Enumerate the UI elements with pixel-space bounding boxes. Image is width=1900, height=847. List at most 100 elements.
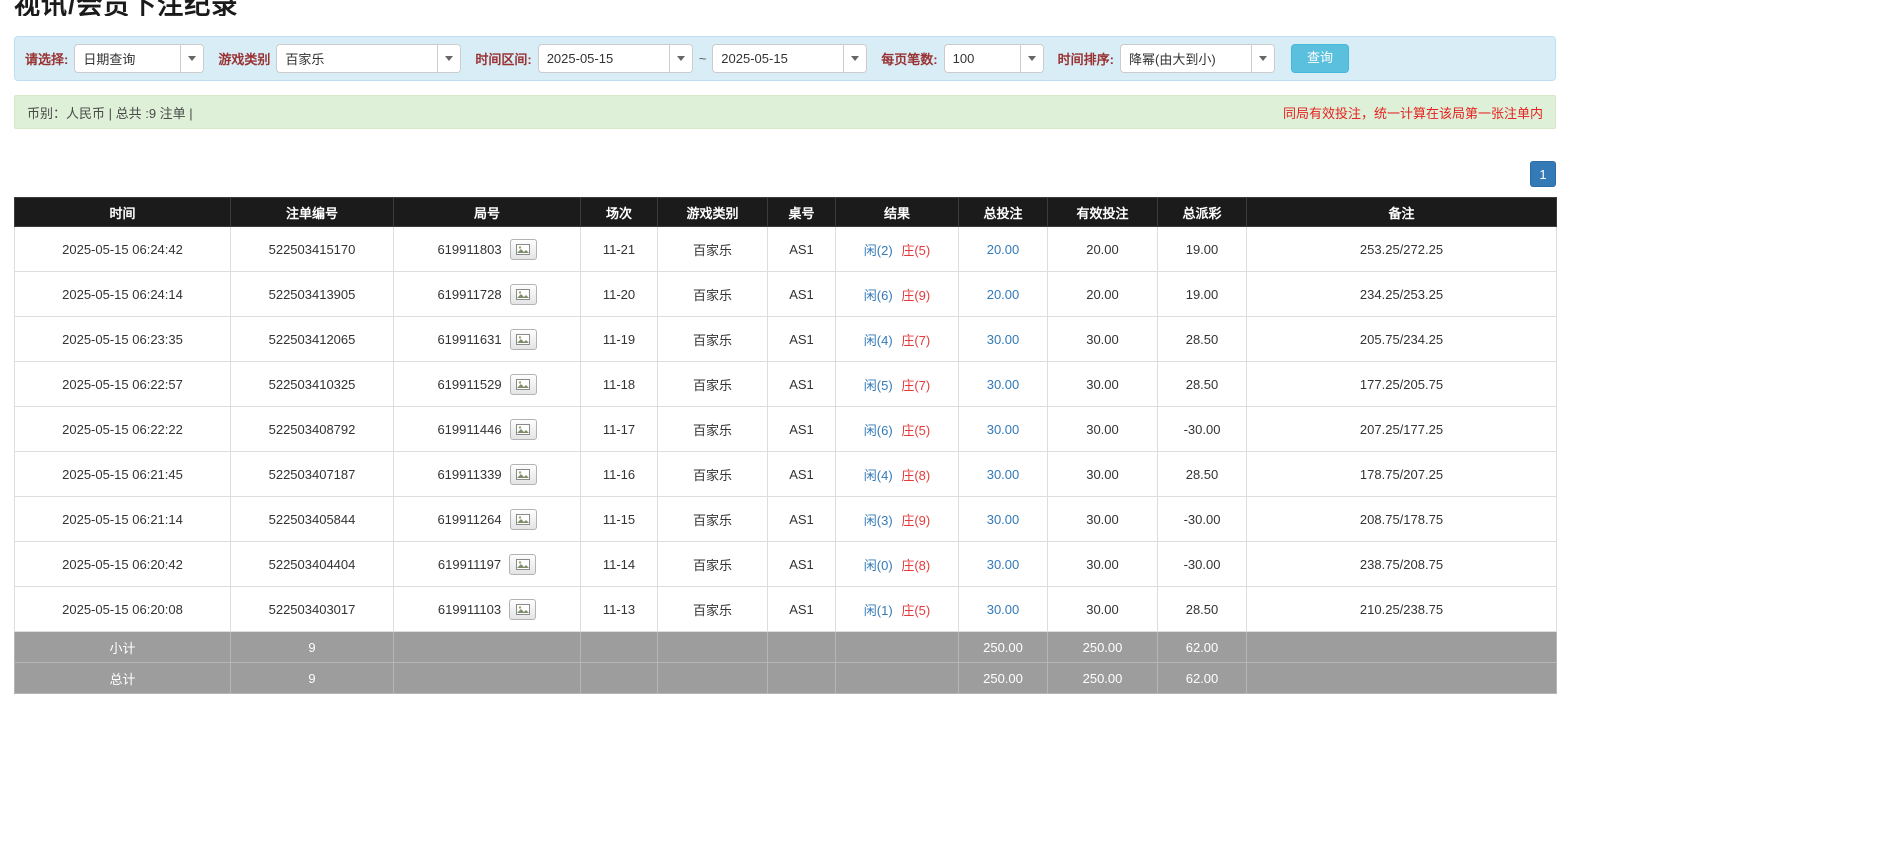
round-result-image-button[interactable] xyxy=(510,239,537,260)
player-result: 闲(6) xyxy=(864,288,893,303)
game-type-value[interactable]: 百家乐 xyxy=(277,49,437,68)
cell-session: 11-19 xyxy=(581,317,658,362)
picture-icon xyxy=(516,289,530,300)
round-result-image-button[interactable] xyxy=(510,464,537,485)
cell-valid-bet: 20.00 xyxy=(1048,227,1158,272)
cell-bet-id: 522503413905 xyxy=(231,272,394,317)
query-type-group: 请选择: 日期查询 xyxy=(25,44,204,73)
round-result-image-button[interactable] xyxy=(510,329,537,350)
empty-cell xyxy=(836,663,959,694)
chevron-down-icon[interactable] xyxy=(437,45,460,72)
cell-result: 闲(0) 庄(8) xyxy=(836,542,959,587)
round-result-image-button[interactable] xyxy=(510,284,537,305)
chevron-down-icon[interactable] xyxy=(1251,45,1274,72)
cell-session: 11-16 xyxy=(581,452,658,497)
cell-valid-bet: 30.00 xyxy=(1048,407,1158,452)
page-size-select[interactable]: 100 xyxy=(944,44,1044,73)
cell-payout: 19.00 xyxy=(1158,227,1247,272)
total-total-bet: 250.00 xyxy=(959,663,1048,694)
round-result-image-button[interactable] xyxy=(510,419,537,440)
total-bet-link[interactable]: 30.00 xyxy=(987,422,1020,437)
header-remark: 备注 xyxy=(1247,198,1557,227)
cell-table-no: AS1 xyxy=(768,362,836,407)
query-button[interactable]: 查询 xyxy=(1291,44,1349,72)
cell-time: 2025-05-15 06:21:45 xyxy=(15,452,231,497)
cell-session: 11-21 xyxy=(581,227,658,272)
player-result: 闲(4) xyxy=(864,333,893,348)
cell-remark: 177.25/205.75 xyxy=(1247,362,1557,407)
cell-table-no: AS1 xyxy=(768,587,836,632)
header-valid-bet: 有效投注 xyxy=(1048,198,1158,227)
game-type-select[interactable]: 百家乐 xyxy=(276,44,461,73)
round-result-image-button[interactable] xyxy=(510,509,537,530)
cell-payout: -30.00 xyxy=(1158,407,1247,452)
cell-bet-id: 522503404404 xyxy=(231,542,394,587)
chevron-down-icon[interactable] xyxy=(1020,45,1043,72)
cell-bet-id: 522503403017 xyxy=(231,587,394,632)
round-result-image-button[interactable] xyxy=(510,374,537,395)
sort-order-select[interactable]: 降幂(由大到小) xyxy=(1120,44,1275,73)
cell-result: 闲(5) 庄(7) xyxy=(836,362,959,407)
total-bet-link[interactable]: 20.00 xyxy=(987,242,1020,257)
total-bet-link[interactable]: 30.00 xyxy=(987,377,1020,392)
cell-session: 11-13 xyxy=(581,587,658,632)
cell-bet-id: 522503408792 xyxy=(231,407,394,452)
total-bet-link[interactable]: 30.00 xyxy=(987,512,1020,527)
total-bet-link[interactable]: 20.00 xyxy=(987,287,1020,302)
picture-icon xyxy=(516,379,530,390)
subtotal-valid-bet: 250.00 xyxy=(1048,632,1158,663)
query-type-select[interactable]: 日期查询 xyxy=(74,44,204,73)
round-result-image-button[interactable] xyxy=(509,599,536,620)
table-body: 2025-05-15 06:24:42 522503415170 6199118… xyxy=(15,227,1557,632)
date-from-value[interactable]: 2025-05-15 xyxy=(539,51,669,66)
table-row: 2025-05-15 06:20:42 522503404404 6199111… xyxy=(15,542,1557,587)
table-row: 2025-05-15 06:22:57 522503410325 6199115… xyxy=(15,362,1557,407)
cell-round-id: 619911197 xyxy=(394,542,581,587)
date-to-select[interactable]: 2025-05-15 xyxy=(712,44,867,73)
cell-result: 闲(6) 庄(5) xyxy=(836,407,959,452)
total-bet-link[interactable]: 30.00 xyxy=(987,602,1020,617)
cell-valid-bet: 30.00 xyxy=(1048,587,1158,632)
round-id-text: 619911803 xyxy=(437,242,501,257)
chevron-down-icon[interactable] xyxy=(843,45,866,72)
cell-total-bet: 30.00 xyxy=(959,587,1048,632)
cell-total-bet: 20.00 xyxy=(959,272,1048,317)
table-row: 2025-05-15 06:23:35 522503412065 6199116… xyxy=(15,317,1557,362)
subtotal-total-bet: 250.00 xyxy=(959,632,1048,663)
cell-result: 闲(4) 庄(7) xyxy=(836,317,959,362)
empty-cell xyxy=(768,632,836,663)
page-size-value[interactable]: 100 xyxy=(945,51,1020,66)
total-bet-link[interactable]: 30.00 xyxy=(987,467,1020,482)
cell-table-no: AS1 xyxy=(768,272,836,317)
cell-payout: -30.00 xyxy=(1158,497,1247,542)
total-label: 总计 xyxy=(15,663,231,694)
chevron-down-icon[interactable] xyxy=(180,45,203,72)
cell-game-type: 百家乐 xyxy=(658,407,768,452)
cell-game-type: 百家乐 xyxy=(658,227,768,272)
subtotal-count: 9 xyxy=(231,632,394,663)
chevron-down-icon[interactable] xyxy=(669,45,692,72)
cell-payout: 28.50 xyxy=(1158,362,1247,407)
empty-cell xyxy=(1247,632,1557,663)
total-bet-link[interactable]: 30.00 xyxy=(987,557,1020,572)
date-from-select[interactable]: 2025-05-15 xyxy=(538,44,693,73)
cell-remark: 178.75/207.25 xyxy=(1247,452,1557,497)
picture-icon xyxy=(516,469,530,480)
query-type-value[interactable]: 日期查询 xyxy=(75,49,180,68)
banker-result: 庄(8) xyxy=(901,468,930,483)
cell-remark: 238.75/208.75 xyxy=(1247,542,1557,587)
cell-time: 2025-05-15 06:22:57 xyxy=(15,362,231,407)
page-1-button[interactable]: 1 xyxy=(1530,161,1556,187)
page-size-group: 每页笔数: 100 xyxy=(881,44,1043,73)
currency-summary-text: 币别：人民币 | 总共 :9 注单 | xyxy=(27,103,193,122)
date-to-value[interactable]: 2025-05-15 xyxy=(713,51,843,66)
total-bet-link[interactable]: 30.00 xyxy=(987,332,1020,347)
total-valid-bet: 250.00 xyxy=(1048,663,1158,694)
empty-cell xyxy=(581,632,658,663)
cell-game-type: 百家乐 xyxy=(658,317,768,362)
table-row: 2025-05-15 06:24:14 522503413905 6199117… xyxy=(15,272,1557,317)
cell-valid-bet: 30.00 xyxy=(1048,542,1158,587)
header-total-bet: 总投注 xyxy=(959,198,1048,227)
sort-order-value[interactable]: 降幂(由大到小) xyxy=(1121,49,1251,68)
round-result-image-button[interactable] xyxy=(509,554,536,575)
